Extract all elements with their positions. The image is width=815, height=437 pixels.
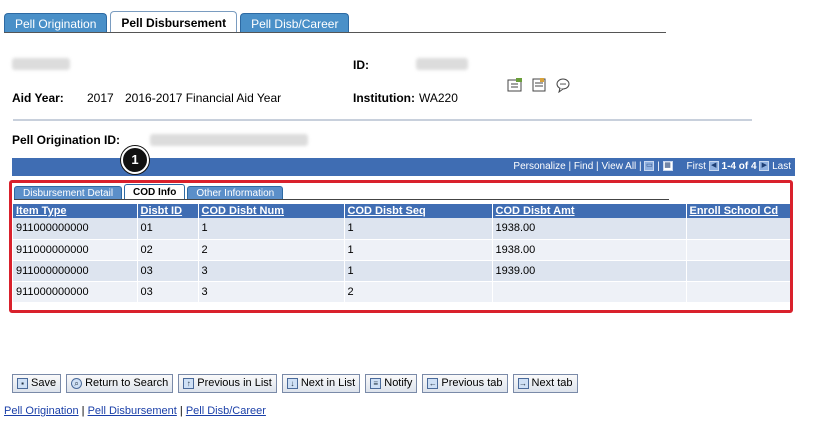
previous-tab-icon: ← (427, 378, 439, 389)
page-tabs: Pell Origination Pell Disbursement Pell … (4, 11, 352, 33)
id-label: ID: (353, 58, 369, 72)
personalize-link[interactable]: Personalize (513, 161, 565, 172)
find-link[interactable]: Find (574, 161, 593, 172)
footer-link-pell-disb-career[interactable]: Pell Disb/Career (186, 405, 266, 417)
footer-links: Pell Origination | Pell Disbursement | P… (4, 405, 266, 417)
notify-label: Notify (384, 377, 413, 389)
pell-origination-id-label: Pell Origination ID: (12, 133, 121, 147)
footer-link-pell-disbursement[interactable]: Pell Disbursement (88, 405, 177, 417)
previous-arrow-icon[interactable]: ◀ (708, 161, 719, 172)
spreadsheet-icon[interactable]: ▦ (662, 161, 673, 172)
pell-origination-id-redacted (150, 134, 308, 146)
next-in-list-icon: ↓ (286, 378, 298, 389)
institution-value: WA220 (419, 91, 458, 105)
worklist-icon[interactable] (507, 77, 523, 96)
previous-in-list-label: Previous in List (197, 377, 272, 389)
footer-link-pell-origination[interactable]: Pell Origination (4, 405, 79, 417)
step-marker: 1 (121, 146, 149, 174)
first-link[interactable]: First (687, 161, 706, 172)
header-separator (13, 119, 752, 121)
notify-icon: ≡ (370, 378, 382, 389)
page-toolbar: ▪ Save ⌕ Return to Search ↑ Previous in … (12, 374, 578, 393)
next-in-list-label: Next in List (300, 377, 356, 389)
aid-year-value: 2017 (87, 91, 114, 105)
aid-year-description: 2016-2017 Financial Aid Year (125, 91, 282, 105)
previous-in-list-icon: ↑ (183, 378, 195, 389)
tab-pell-origination[interactable]: Pell Origination (4, 13, 108, 33)
next-arrow-icon[interactable]: ▶ (759, 161, 770, 172)
aid-year-label: Aid Year: (12, 91, 64, 105)
tab-pell-disb-career[interactable]: Pell Disb/Career (240, 13, 350, 33)
save-icon: ▪ (17, 378, 28, 389)
next-tab-label: Next tab (531, 377, 573, 389)
header-icons (507, 77, 571, 96)
comments-icon[interactable] (555, 77, 571, 96)
save-label: Save (31, 377, 57, 389)
next-tab-icon: → (517, 378, 529, 389)
tab-divider (4, 32, 666, 33)
next-in-list-button[interactable]: ↓ Next in List (281, 374, 361, 393)
row-range: 1-4 of 4 (721, 161, 757, 172)
notes-icon[interactable] (531, 77, 547, 96)
next-tab-button[interactable]: → Next tab (512, 374, 578, 393)
search-icon: ⌕ (71, 378, 83, 389)
return-to-search-label: Return to Search (85, 377, 169, 389)
student-name-redacted (12, 58, 70, 70)
previous-in-list-button[interactable]: ↑ Previous in List (178, 374, 277, 393)
id-value-redacted (416, 58, 468, 70)
highlight-frame (9, 180, 793, 313)
previous-tab-button[interactable]: ← Previous tab (422, 374, 508, 393)
tab-pell-disbursement[interactable]: Pell Disbursement (110, 11, 238, 33)
institution-label: Institution: (353, 91, 415, 105)
return-to-search-button[interactable]: ⌕ Return to Search (66, 374, 174, 393)
previous-tab-label: Previous tab (441, 377, 503, 389)
view-all-link[interactable]: View All (601, 161, 636, 172)
notify-button[interactable]: ≡ Notify (365, 374, 418, 393)
last-link[interactable]: Last (772, 161, 791, 172)
download-icon[interactable]: ▭ (644, 161, 655, 172)
save-button[interactable]: ▪ Save (12, 374, 62, 393)
